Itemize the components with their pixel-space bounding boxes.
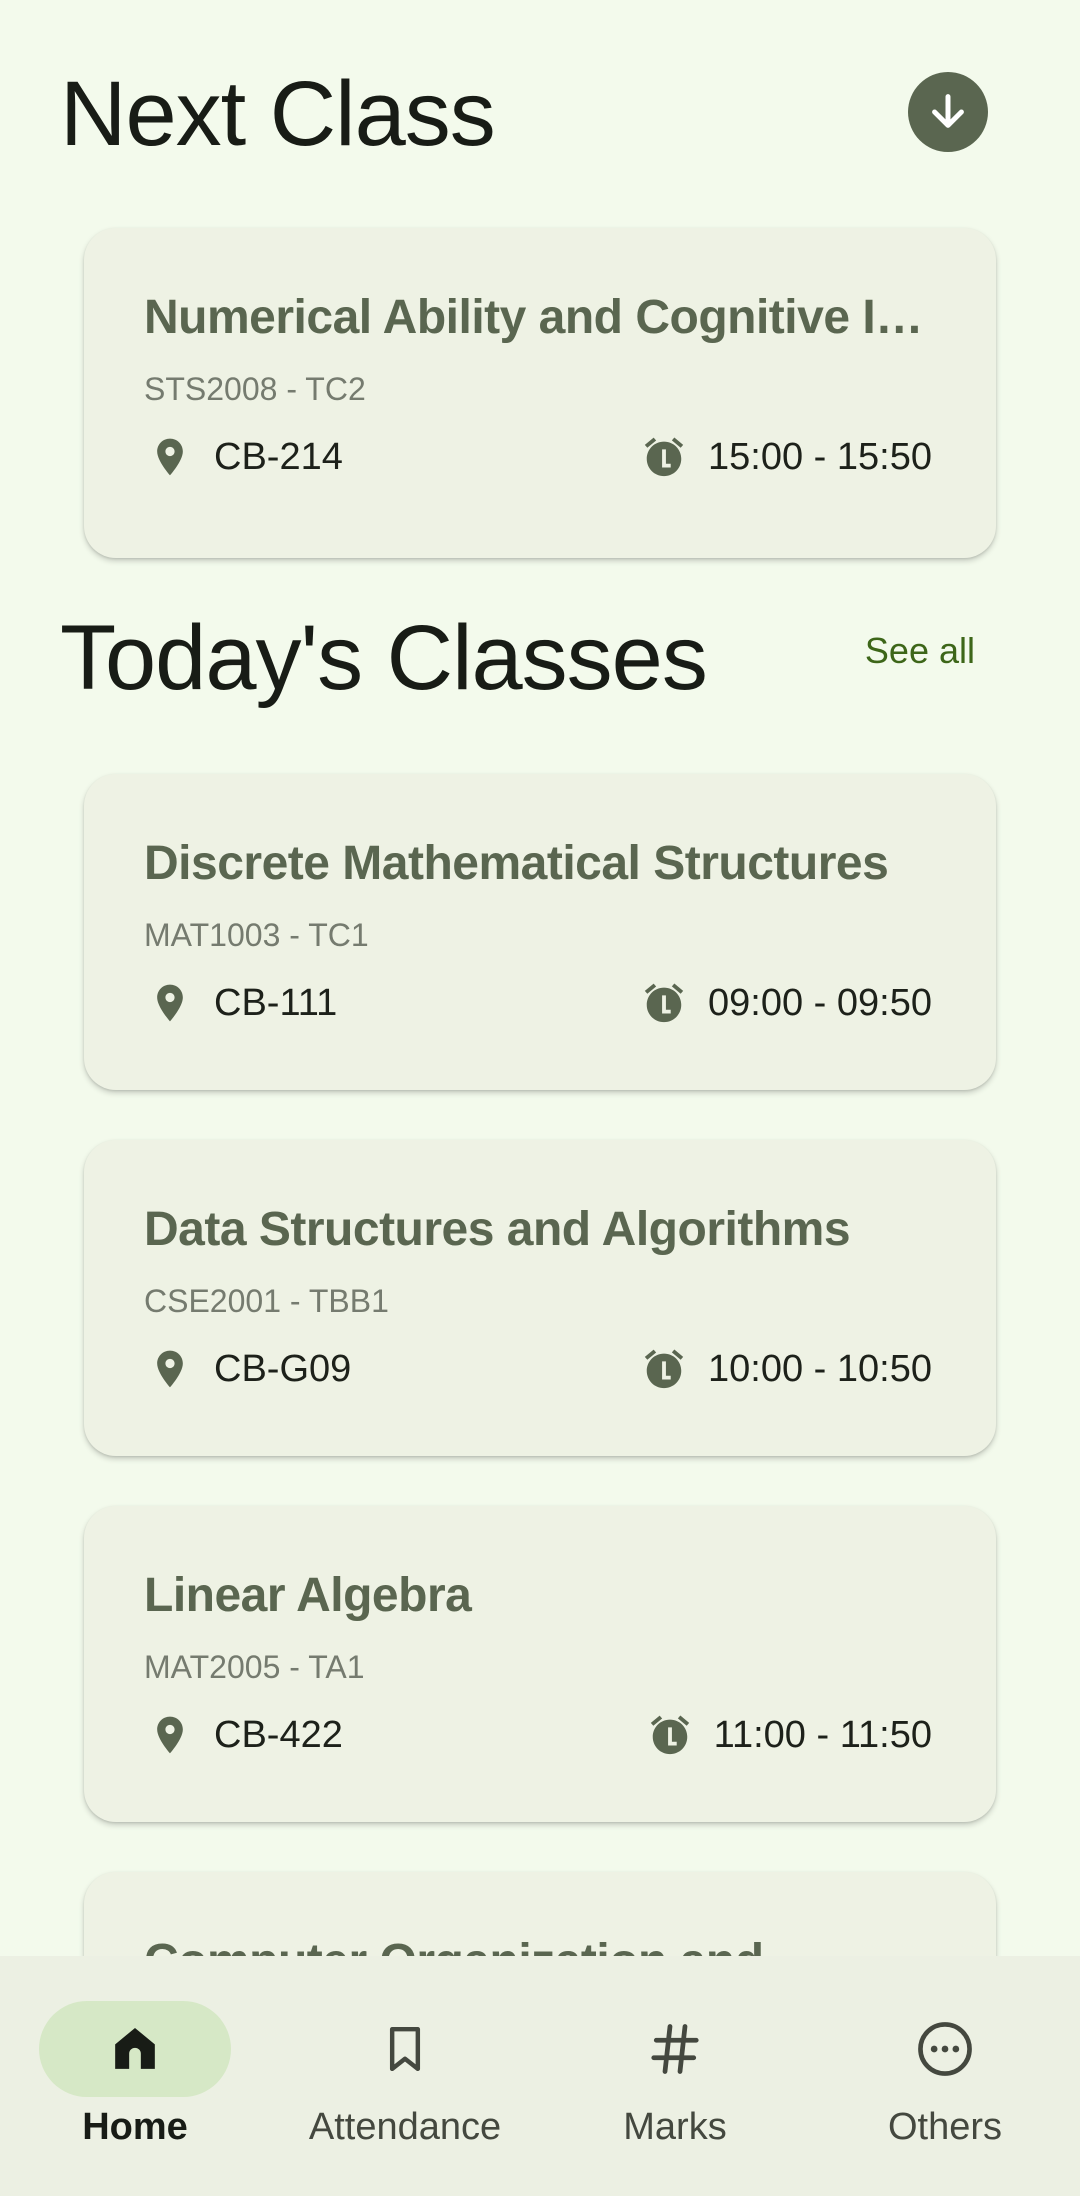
room-info: CB-214 — [144, 431, 343, 483]
location-pin-icon — [144, 1709, 196, 1761]
time-info: 09:00 - 09:50 — [638, 977, 932, 1029]
alarm-clock-icon — [644, 1709, 696, 1761]
room-info: CB-422 — [144, 1709, 343, 1761]
course-title: Data Structures and Algorithms — [144, 1203, 851, 1256]
home-icon — [115, 2028, 155, 2069]
class-card[interactable]: Discrete Mathematical Structures MAT1003… — [84, 774, 996, 1090]
nav-label: Home — [82, 2106, 188, 2148]
course-code: STS2008 - TC2 — [144, 371, 366, 407]
room-number: CB-G09 — [214, 1347, 352, 1390]
nav-item-marks[interactable]: Marks — [540, 1956, 810, 2196]
room-number: CB-422 — [214, 1713, 343, 1756]
nav-icon-container — [579, 2001, 771, 2097]
hash-icon — [651, 2024, 699, 2074]
location-pin-icon — [144, 1343, 196, 1395]
class-card[interactable]: Linear Algebra MAT2005 - TA1 CB-422 11:0… — [84, 1506, 996, 1822]
next-class-card[interactable]: Numerical Ability and Cognitive Int… STS… — [84, 228, 996, 558]
home-screen: Next Class Numerical Ability and Cogniti… — [0, 0, 1080, 2196]
location-pin-icon — [144, 431, 196, 483]
nav-item-home[interactable]: Home — [0, 1956, 270, 2196]
time-range: 11:00 - 11:50 — [713, 1713, 932, 1756]
time-range: 10:00 - 10:50 — [708, 1347, 932, 1390]
alarm-clock-icon — [638, 977, 690, 1029]
class-card[interactable]: Data Structures and Algorithms CSE2001 -… — [84, 1140, 996, 1456]
alarm-clock-icon — [638, 431, 690, 483]
todays-classes-title: Today's Classes — [60, 607, 708, 709]
next-class-title: Next Class — [60, 63, 496, 165]
nav-item-attendance[interactable]: Attendance — [270, 1956, 540, 2196]
time-range: 09:00 - 09:50 — [708, 981, 932, 1024]
download-button[interactable] — [908, 72, 988, 152]
nav-label: Attendance — [308, 2106, 502, 2148]
course-code: MAT2005 - TA1 — [144, 1649, 365, 1685]
nav-icon-container — [849, 2001, 1041, 2097]
course-title: Discrete Mathematical Structures — [144, 837, 889, 890]
see-all-link[interactable]: See all — [865, 630, 975, 672]
room-info: CB-111 — [144, 977, 337, 1029]
time-info: 10:00 - 10:50 — [638, 1343, 932, 1395]
arrow-down-icon — [932, 94, 964, 128]
location-pin-icon — [144, 977, 196, 1029]
bottom-navigation: Home Attendance Marks Others — [0, 1956, 1080, 2196]
more-horizontal-circle-icon — [918, 2022, 972, 2076]
time-info: 15:00 - 15:50 — [638, 431, 932, 483]
time-info: 11:00 - 11:50 — [644, 1709, 932, 1761]
room-number: CB-111 — [214, 981, 338, 1024]
bookmark-icon — [389, 2026, 421, 2072]
time-range: 15:00 - 15:50 — [708, 435, 932, 478]
course-code: CSE2001 - TBB1 — [144, 1283, 389, 1319]
nav-label: Others — [887, 2106, 1003, 2148]
nav-label: Marks — [623, 2106, 727, 2148]
room-info: CB-G09 — [144, 1343, 351, 1395]
course-title: Numerical Ability and Cognitive Int… — [144, 291, 926, 344]
course-title: Linear Algebra — [144, 1569, 472, 1622]
nav-icon-container — [309, 2001, 501, 2097]
room-number: CB-214 — [214, 435, 343, 478]
alarm-clock-icon — [638, 1343, 690, 1395]
course-code: MAT1003 - TC1 — [144, 917, 369, 953]
nav-active-indicator — [39, 2001, 231, 2097]
nav-item-others[interactable]: Others — [810, 1956, 1080, 2196]
